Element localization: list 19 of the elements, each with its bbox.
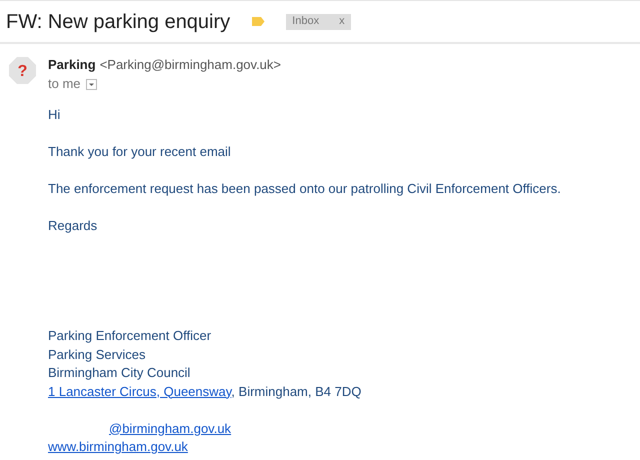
label-text: Inbox <box>292 14 320 30</box>
remove-label-button[interactable]: x <box>339 13 345 30</box>
signature-line: Parking Enforcement Officer <box>48 327 212 345</box>
website-link[interactable]: www.birmingham.gov.uk <box>48 439 188 454</box>
sender-name: Parking <box>48 56 96 74</box>
message-paragraph: Hi <box>48 106 62 124</box>
signature-line: Parking Services <box>48 346 147 364</box>
signature-line: Birmingham City Council <box>48 364 192 382</box>
message-paragraph: The enforcement request has been passed onto our patrolling Civil Enforcement Officers. <box>48 180 561 198</box>
message-paragraph: Thank you for your recent email <box>48 143 232 161</box>
address-line: 1 Lancaster Circus, Queensway, Birmingham, B4 7DQ <box>48 382 362 401</box>
address-link[interactable]: 1 Lancaster Circus, Queensway <box>48 384 232 398</box>
dropdown-icon[interactable] <box>86 78 97 90</box>
sender-email: <Parking@birmingham.gov.uk> <box>100 56 282 74</box>
avatar-icon: ? <box>8 56 37 85</box>
message-paragraph: Regards <box>48 217 98 235</box>
email-link[interactable]: @birmingham.gov.uk <box>109 420 232 436</box>
recipient-text: to me <box>48 75 81 93</box>
email-subject: FW: New parking enquiry <box>6 10 230 34</box>
